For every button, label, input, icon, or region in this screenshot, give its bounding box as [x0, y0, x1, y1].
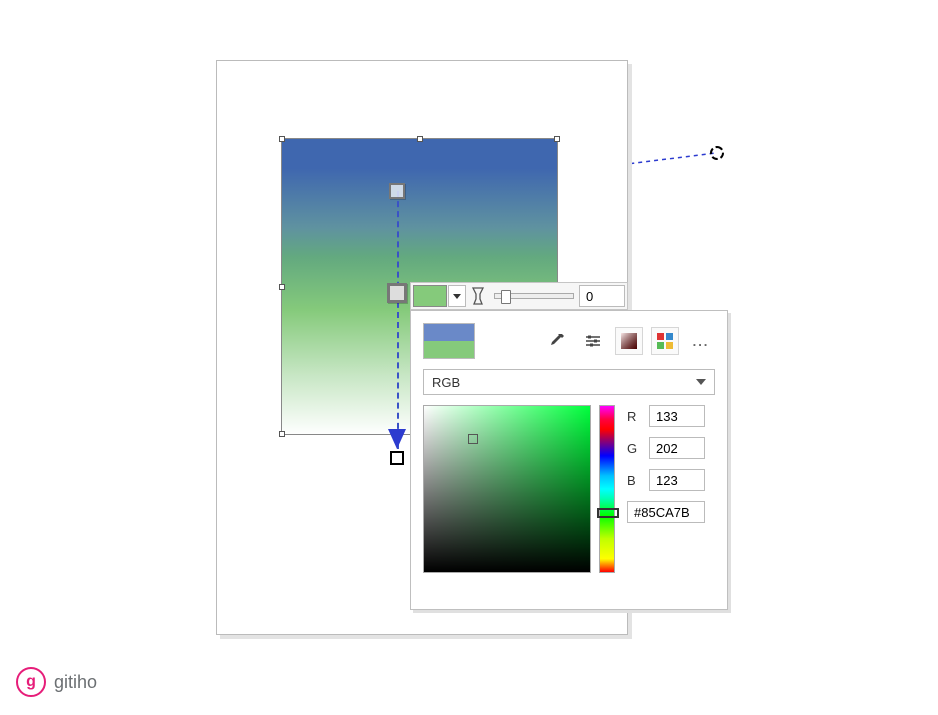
brand-initial: g	[26, 673, 36, 691]
transparency-slider[interactable]	[494, 293, 574, 299]
selection-handle[interactable]	[279, 136, 285, 142]
label-b: B	[627, 473, 641, 488]
gradient-preview-chip[interactable]	[423, 323, 475, 359]
selection-handle[interactable]	[279, 284, 285, 290]
gradient-skew-handle[interactable]	[710, 146, 724, 160]
chevron-down-icon	[696, 379, 706, 385]
transparency-icon	[467, 285, 489, 307]
transparency-input[interactable]	[579, 285, 625, 307]
color-model-label: RGB	[432, 375, 460, 390]
label-r: R	[627, 409, 641, 424]
color-picker-strip	[410, 282, 628, 310]
brand-badge: g	[16, 667, 46, 697]
eyedropper-button[interactable]	[543, 327, 571, 355]
gradient-axis[interactable]	[397, 191, 399, 449]
color-picker-panel: ... RGB R G B	[410, 310, 728, 610]
input-g[interactable]	[649, 437, 705, 459]
more-options-button[interactable]: ...	[687, 327, 715, 355]
brand-name: gitiho	[54, 672, 97, 693]
transparency-slider-thumb[interactable]	[501, 290, 511, 304]
label-g: G	[627, 441, 641, 456]
selection-handle[interactable]	[417, 136, 423, 142]
current-color-swatch[interactable]	[413, 285, 447, 307]
hue-slider[interactable]	[599, 405, 615, 573]
input-hex[interactable]	[627, 501, 705, 523]
color-dropdown-button[interactable]	[448, 285, 466, 307]
gradient-arrowhead	[388, 429, 406, 449]
color-viewer-button[interactable]	[615, 327, 643, 355]
input-b[interactable]	[649, 469, 705, 491]
picker-tool-row: ...	[423, 321, 715, 361]
sliders-button[interactable]	[579, 327, 607, 355]
hue-thumb[interactable]	[597, 508, 619, 518]
selection-handle[interactable]	[554, 136, 560, 142]
brand-watermark: g gitiho	[16, 667, 97, 697]
color-palettes-button[interactable]	[651, 327, 679, 355]
more-options-label: ...	[693, 334, 710, 349]
sv-cursor[interactable]	[468, 434, 478, 444]
gradient-stop-start[interactable]	[389, 183, 405, 199]
gradient-stop-end[interactable]	[390, 451, 404, 465]
rgb-inputs: R G B	[627, 405, 705, 573]
gradient-stop-mid[interactable]	[387, 283, 407, 303]
saturation-value-box[interactable]	[423, 405, 591, 573]
input-r[interactable]	[649, 405, 705, 427]
selection-handle[interactable]	[279, 431, 285, 437]
color-model-select[interactable]: RGB	[423, 369, 715, 395]
